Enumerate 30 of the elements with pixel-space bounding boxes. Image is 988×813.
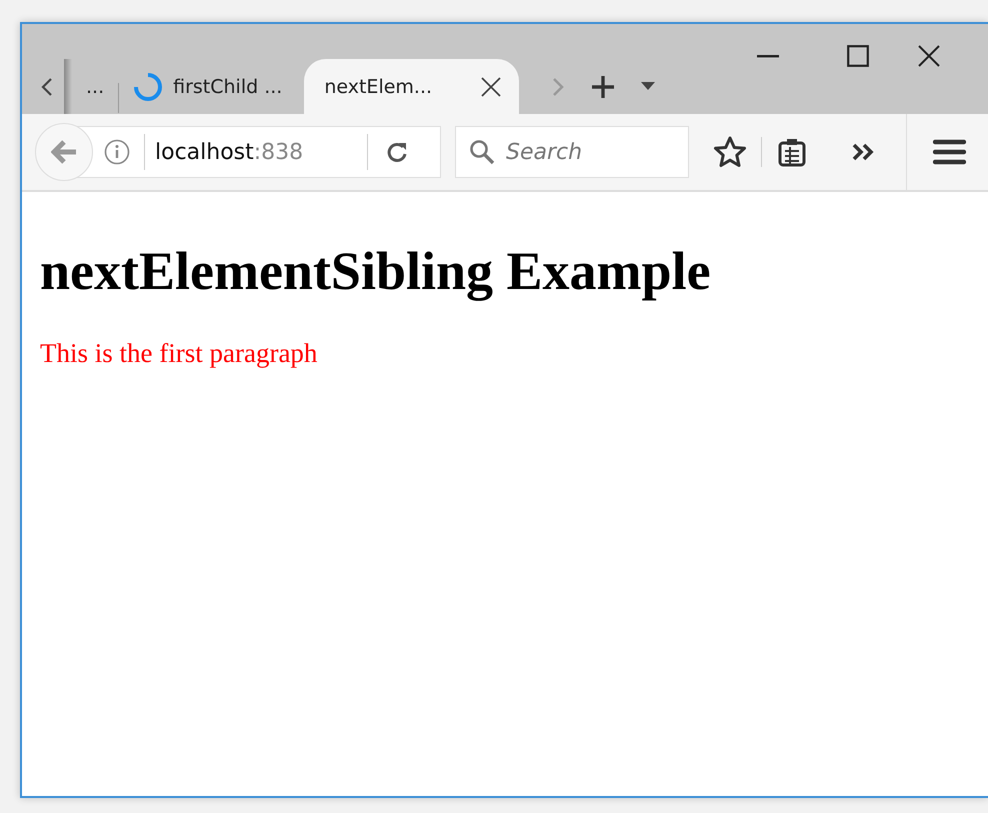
browser-tab[interactable]: ... — [72, 59, 118, 114]
browser-tab[interactable]: nextElem... — [304, 59, 520, 114]
caret-down-icon — [641, 82, 656, 91]
overflow-button[interactable] — [852, 143, 876, 161]
maximize-icon — [847, 45, 869, 67]
paragraph-text: This is the first paragraph — [40, 338, 318, 369]
loading-spinner-icon — [133, 72, 164, 102]
minimize-icon — [757, 54, 779, 58]
search-icon — [469, 139, 495, 165]
arrow-left-icon — [51, 140, 77, 164]
menu-icon — [933, 139, 966, 165]
bookmark-button[interactable] — [713, 136, 747, 168]
info-icon[interactable] — [104, 139, 130, 165]
browser-tab[interactable]: firstChild ... — [119, 59, 296, 114]
double-chevron-icon — [852, 143, 876, 161]
close-icon — [918, 45, 940, 67]
chevron-left-icon — [40, 76, 54, 98]
search-field[interactable]: Search — [455, 126, 689, 178]
reading-list-button[interactable] — [778, 137, 806, 167]
reload-button[interactable] — [386, 141, 408, 163]
plus-icon — [591, 74, 616, 98]
url-port-text: :838 — [254, 140, 304, 164]
chevron-right-icon — [551, 76, 566, 98]
close-tab-icon[interactable] — [481, 76, 502, 96]
menu-button[interactable] — [933, 139, 966, 165]
url-host-text: localhost — [155, 140, 254, 164]
tab-scroll-shadow — [64, 59, 72, 114]
reload-icon — [386, 141, 408, 163]
star-icon — [713, 136, 747, 168]
clipboard-icon — [778, 137, 806, 167]
